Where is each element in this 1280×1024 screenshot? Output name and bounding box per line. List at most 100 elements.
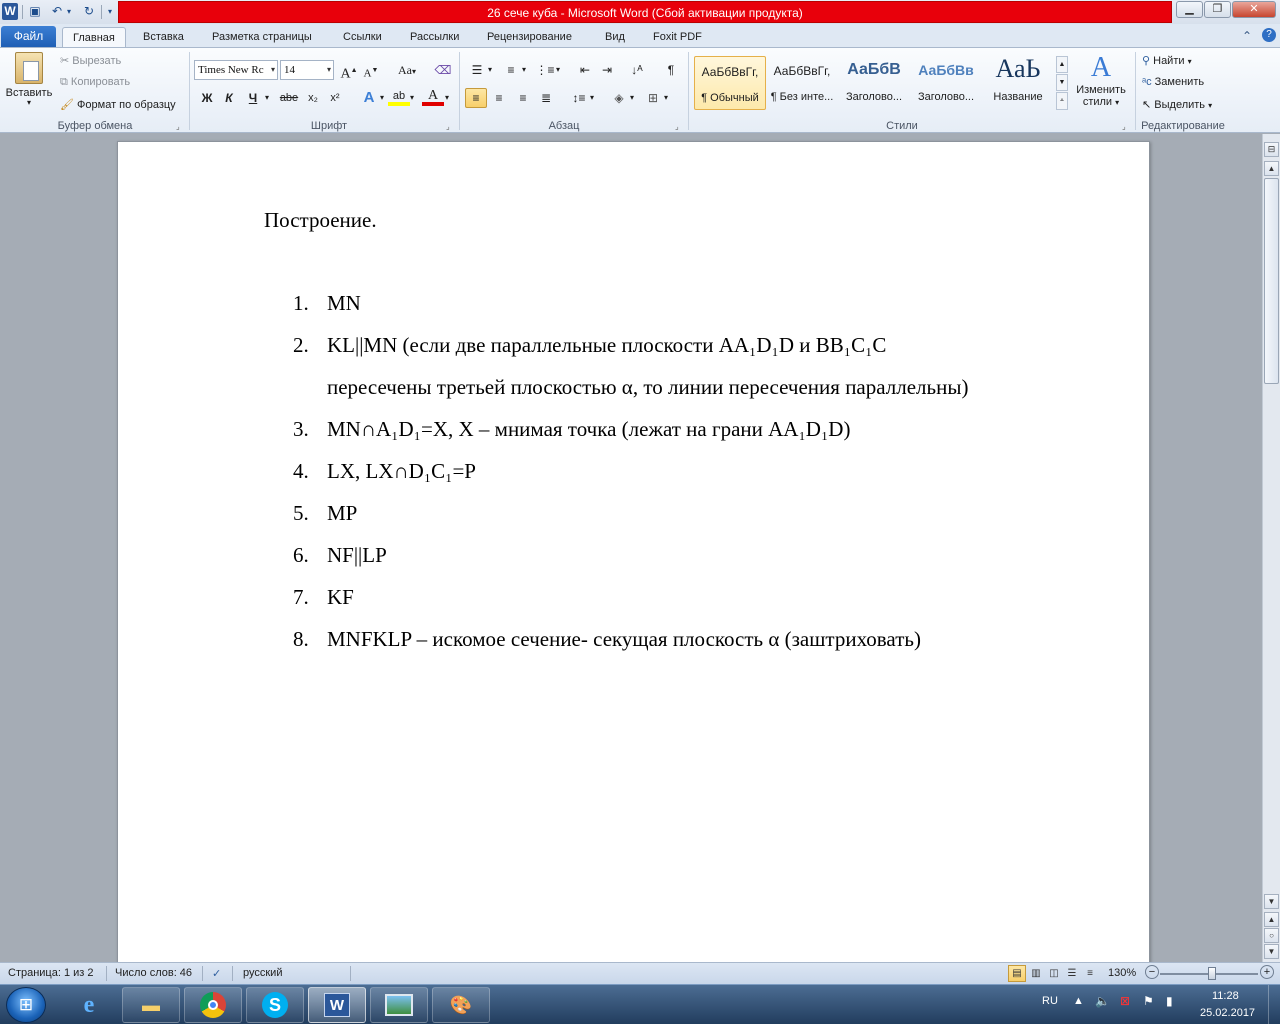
line-spacing-dropdown-icon[interactable]: ▾ [590,93,594,102]
replace-button[interactable]: ᵃc Заменить [1142,76,1204,88]
page-count[interactable]: Страница: 1 из 2 [8,967,94,979]
collapse-ribbon-icon[interactable]: ⌃ [1242,29,1252,43]
undo-dropdown-icon[interactable]: ▾ [64,3,74,20]
text-effects-button[interactable]: A [358,88,380,108]
photo-viewer-icon[interactable] [370,987,428,1023]
borders-dropdown-icon[interactable]: ▾ [664,93,668,102]
show-desktop-button[interactable] [1268,985,1280,1024]
style-heading-2[interactable]: АаБбВв Заголово... [910,56,982,110]
zoom-level[interactable]: 130% [1108,967,1136,979]
document-page[interactable]: Построение. 1. MN 2. KL||MN (если две пара… [117,141,1150,962]
bullets-dropdown-icon[interactable]: ▾ [488,65,492,74]
styles-launcher-icon[interactable]: ⌟ [1122,122,1126,131]
print-layout-view-icon[interactable]: ▤ [1008,965,1026,982]
text-effects-dropdown-icon[interactable]: ▾ [380,93,384,102]
word-count[interactable]: Число слов: 46 [115,967,192,979]
full-screen-reading-icon[interactable]: ▥ [1027,965,1045,982]
action-center-icon[interactable]: ⚑ [1143,994,1154,1008]
minimize-button[interactable]: ▁ [1176,1,1203,18]
cut-button[interactable]: ✂ Вырезать [60,54,121,67]
style-heading-1[interactable]: АаБбВ Заголово... [838,56,910,110]
bold-button[interactable]: Ж [196,88,218,108]
network-icon[interactable]: ⊠ [1120,994,1130,1008]
proofing-icon[interactable]: ✓ [212,967,221,980]
start-button[interactable]: ⊞ [6,987,46,1023]
tab-home[interactable]: Главная [62,27,126,47]
copy-button[interactable]: ⧉ Копировать [60,76,130,89]
subscript-button[interactable]: x₂ [302,88,324,108]
align-left-icon[interactable]: ≡ [465,88,487,108]
previous-page-button[interactable]: ▲ [1264,912,1279,927]
grow-font-button[interactable]: A▲ [338,60,360,82]
font-size-combo[interactable]: 14 ▾ [280,60,334,80]
tab-foxit-pdf[interactable]: Foxit PDF [643,27,712,47]
zoom-slider-thumb[interactable] [1208,967,1216,980]
font-color-dropdown-icon[interactable]: ▾ [445,93,449,102]
justify-icon[interactable]: ≣ [535,88,557,108]
line-spacing-icon[interactable]: ↕≡ [568,88,590,108]
skype-icon[interactable]: S [246,987,304,1023]
align-center-icon[interactable]: ≡ [488,88,510,108]
strikethrough-button[interactable]: abe [278,88,300,108]
numbering-icon[interactable]: ≡ [500,60,522,80]
redo-icon[interactable]: ↻ [80,3,98,20]
maximize-button[interactable]: ❐ [1204,1,1231,18]
multilevel-list-icon[interactable]: ⋮≡ [534,60,556,80]
ruler-toggle-icon[interactable]: ⊟ [1264,142,1279,157]
paragraph-launcher-icon[interactable]: ⌟ [675,122,679,131]
clipboard-launcher-icon[interactable]: ⌟ [176,122,180,131]
language-indicator-tray[interactable]: RU [1042,995,1058,1007]
zoom-in-button[interactable]: + [1260,965,1274,979]
paste-button[interactable]: Вставить ▾ [4,52,54,107]
increase-indent-icon[interactable]: ⇥ [596,60,618,80]
draft-view-icon[interactable]: ≡ [1081,965,1099,982]
decrease-indent-icon[interactable]: ⇤ [574,60,596,80]
paint-icon[interactable]: 🎨 [432,987,490,1023]
font-name-combo[interactable]: Times New Rc ▾ [194,60,278,80]
word-app-icon[interactable]: W [2,3,18,20]
shrink-font-button[interactable]: A▼ [360,60,382,80]
font-color-button[interactable]: A [422,88,444,106]
styles-scroll-up-icon[interactable]: ▲ [1056,56,1068,73]
underline-button[interactable]: Ч [242,88,264,108]
shading-dropdown-icon[interactable]: ▾ [630,93,634,102]
shading-icon[interactable]: ◈ [608,88,630,108]
save-icon[interactable]: ▣ [26,3,44,20]
scroll-down-button[interactable]: ▼ [1264,894,1279,909]
browse-object-button[interactable]: ○ [1264,928,1279,943]
format-painter-button[interactable]: 🖌 Формат по образцу [60,98,176,111]
change-styles-button[interactable]: A Изменить стили ▾ [1072,52,1130,108]
highlight-button[interactable]: ab [388,88,410,106]
vertical-scrollbar[interactable]: ⊟ ▲ ▼ ▲ ○ ▼ [1262,134,1280,962]
next-page-button[interactable]: ▼ [1264,944,1279,959]
bullets-icon[interactable]: ☰ [466,60,488,80]
align-right-icon[interactable]: ≡ [512,88,534,108]
volume-icon[interactable]: 🔈 [1095,994,1110,1008]
show-hidden-icons[interactable]: ▲ [1073,995,1084,1007]
styles-more-icon[interactable]: ⩡ [1056,92,1068,110]
tab-mailings[interactable]: Рассылки [400,27,469,47]
outline-view-icon[interactable]: ☰ [1063,965,1081,982]
style-no-spacing[interactable]: АаБбВвГг, ¶ Без инте... [766,56,838,110]
zoom-out-button[interactable]: − [1145,965,1159,979]
multilevel-dropdown-icon[interactable]: ▾ [556,65,560,74]
tab-file[interactable]: Файл [1,26,56,47]
underline-dropdown-icon[interactable]: ▾ [265,93,269,102]
style-title[interactable]: АаЬ Название [982,56,1054,110]
tab-references[interactable]: Ссылки [333,27,392,47]
clock-date[interactable]: 25.02.2017 [1200,1007,1255,1019]
superscript-button[interactable]: x² [324,88,346,108]
file-explorer-icon[interactable]: ▬ [122,987,180,1023]
power-icon[interactable]: ▮ [1166,994,1173,1008]
clear-formatting-icon[interactable]: ⌫ [432,60,454,80]
show-formatting-button[interactable]: ¶ [660,60,682,80]
help-icon[interactable]: ? [1262,28,1276,42]
word-icon[interactable]: W [308,987,366,1023]
change-case-button[interactable]: Aa▾ [392,60,422,80]
scroll-thumb[interactable] [1264,178,1279,384]
tab-review[interactable]: Рецензирование [477,27,582,47]
font-launcher-icon[interactable]: ⌟ [446,122,450,131]
sort-icon[interactable]: ↓ᴬ [626,60,648,80]
tab-view[interactable]: Вид [595,27,635,47]
highlight-dropdown-icon[interactable]: ▾ [410,93,414,102]
